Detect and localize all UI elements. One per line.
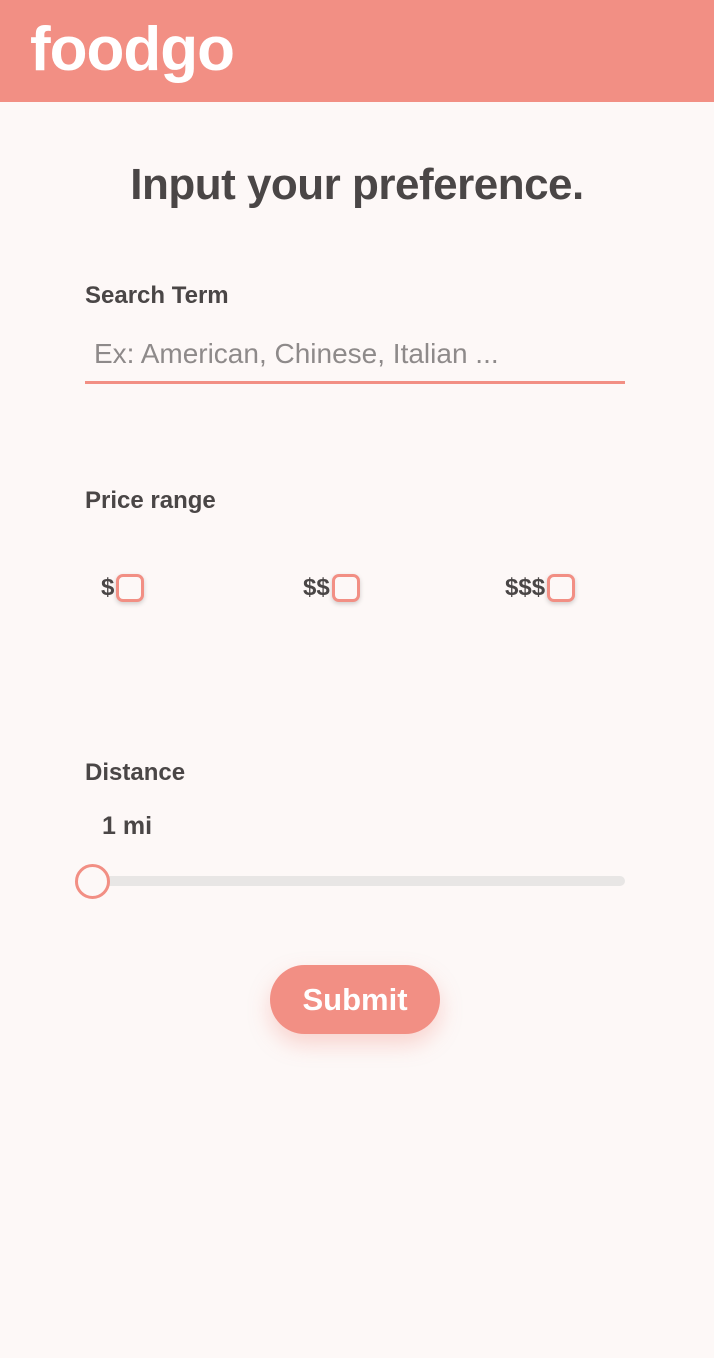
distance-value: 1 mi <box>102 812 153 840</box>
app-logo[interactable]: foodgo <box>30 14 235 86</box>
page-title: Input your preference. <box>130 160 584 209</box>
distance-slider-track[interactable] <box>92 876 625 886</box>
price-option-label: $ <box>101 574 115 601</box>
price-option-3: $$$ <box>505 570 576 606</box>
search-term-label: Search Term <box>85 282 229 309</box>
header-bar: foodgo <box>0 0 714 102</box>
price-option-2: $$ <box>303 570 360 606</box>
price-3-checkbox[interactable] <box>547 574 576 602</box>
search-input[interactable] <box>85 326 625 384</box>
distance-slider-thumb[interactable] <box>75 864 110 899</box>
price-2-checkbox[interactable] <box>331 574 360 602</box>
price-option-1: $ <box>101 570 145 606</box>
price-option-label: $$$ <box>505 574 546 601</box>
price-1-checkbox[interactable] <box>116 574 145 602</box>
submit-button[interactable]: Submit <box>270 965 440 1034</box>
price-range-label: Price range <box>85 487 216 514</box>
distance-label: Distance <box>85 759 186 786</box>
price-option-label: $$ <box>303 574 330 601</box>
